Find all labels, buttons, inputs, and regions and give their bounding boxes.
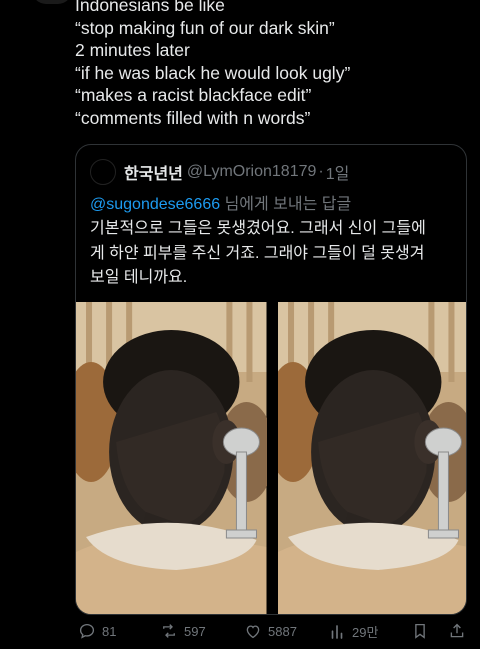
quoted-handle[interactable]: @LymOrion18179 — [187, 163, 317, 181]
media-photo-right[interactable] — [277, 302, 466, 614]
bookmark-icon — [415, 623, 425, 639]
views-button[interactable]: 29만 — [328, 622, 378, 641]
repost-count: 597 — [184, 623, 206, 639]
media-photo-left[interactable] — [76, 302, 267, 614]
quoted-post-header: 한국년년 @LymOrion18179 · 1일 — [90, 159, 349, 185]
action-bar: 81 597 5887 29만 — [78, 622, 470, 646]
post-line: “if he was black he would look ugly” — [75, 62, 351, 83]
like-button[interactable]: 5887 — [244, 622, 297, 640]
quoted-body-line: 기본적으로 그들은 못생겼어요. 그래서 신이 그들에 — [90, 220, 426, 237]
bookmark-button[interactable] — [411, 622, 429, 640]
quoted-author-avatar[interactable] — [90, 159, 116, 185]
separator-dot: · — [318, 163, 324, 180]
share-button[interactable] — [448, 622, 466, 640]
repost-button[interactable]: 597 — [160, 622, 206, 640]
views-count: 29만 — [352, 625, 379, 640]
quoted-post[interactable]: 한국년년 @LymOrion18179 · 1일 @sugondese6666 … — [75, 144, 467, 615]
analytics-icon — [331, 624, 343, 639]
quoted-timestamp[interactable]: 1일 — [326, 160, 350, 184]
quoted-display-name[interactable]: 한국년년 — [124, 160, 183, 184]
portrait-illustration — [76, 302, 267, 614]
post-line: “makes a racist blackface edit” — [75, 85, 312, 106]
quoted-body-line: 보일 테니까요. — [90, 269, 188, 286]
reply-count: 81 — [102, 623, 117, 639]
reply-button[interactable]: 81 — [78, 622, 116, 640]
post-line: Indonesians be like — [75, 0, 225, 15]
post-line: “stop making fun of our dark skin” — [75, 17, 335, 38]
heart-icon — [246, 625, 260, 639]
post-line: 2 minutes later — [75, 40, 190, 61]
quoted-media — [76, 302, 466, 614]
portrait-illustration — [277, 302, 466, 614]
repost-icon — [163, 624, 175, 638]
reply-suffix: 님에게 보내는 답글 — [220, 196, 352, 213]
replying-to: @sugondese6666 님에게 보내는 답글 — [90, 190, 351, 214]
quoted-body-line: 게 하얀 피부를 주신 거죠. 그래야 그들이 덜 못생겨 — [90, 244, 425, 262]
reply-mention-link[interactable]: @sugondese6666 — [90, 196, 220, 213]
quoted-body: 기본적으로 그들은 못생겼어요. 그래서 신이 그들에 게 하얀 피부를 주신 … — [90, 217, 456, 291]
author-avatar[interactable] — [32, 0, 72, 4]
like-count: 5887 — [268, 623, 297, 639]
post-line: “comments filled with n words” — [75, 107, 311, 128]
post-text: Indonesians be like “stop making fun of … — [75, 0, 475, 130]
reply-icon — [79, 623, 95, 639]
share-icon — [450, 623, 464, 638]
